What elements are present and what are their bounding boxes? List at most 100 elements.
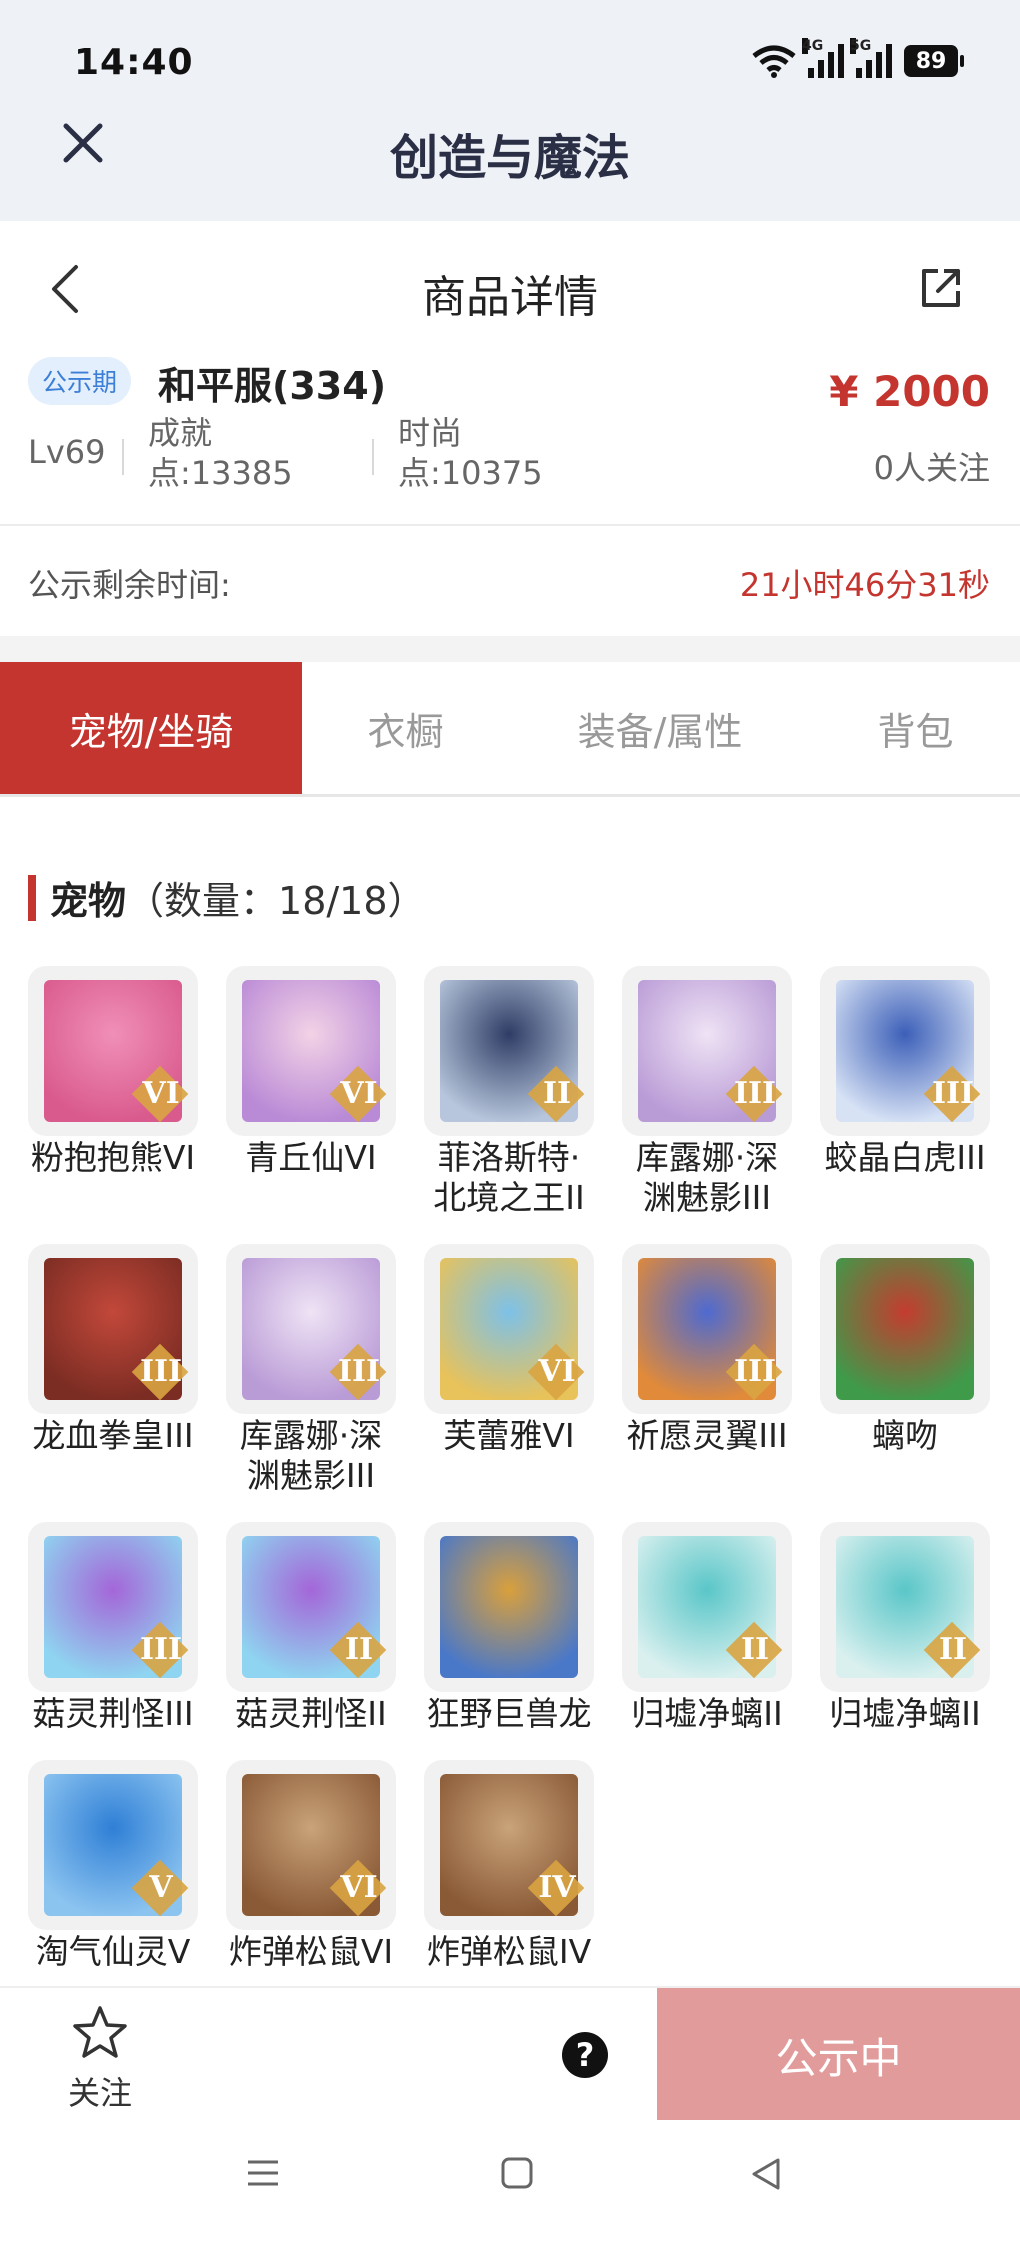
- public-status-button[interactable]: 公示中: [657, 1988, 1020, 2122]
- pets-section-header: 宠物 （数量：18/18）: [28, 870, 426, 925]
- status-badge: 公示期: [28, 357, 132, 405]
- countdown-row: 公示剩余时间: 21小时46分31秒: [0, 526, 1020, 636]
- pet-name: 库露娜·深渊魅影III: [239, 1416, 383, 1495]
- pet-thumbnail: IV: [424, 1760, 594, 1930]
- level: Lv69: [28, 433, 106, 471]
- pet-card[interactable]: 螭吻: [820, 1244, 990, 1456]
- status-time: 14:40: [74, 42, 194, 83]
- pet-name: 菲洛斯特·北境之王II: [433, 1138, 585, 1217]
- pet-name: 粉抱抱熊VI: [30, 1138, 196, 1177]
- pet-name: 炸弹松鼠VI: [228, 1932, 394, 1971]
- pet-name: 蛟晶白虎III: [824, 1138, 986, 1177]
- pet-thumbnail: II: [226, 1522, 396, 1692]
- pet-name: 库露娜·深渊魅影III: [635, 1138, 779, 1217]
- grade-badge: III: [131, 1621, 189, 1679]
- tab-pets-mounts[interactable]: 宠物/坐骑: [0, 662, 302, 794]
- follower-count: 0人关注: [873, 449, 990, 487]
- help-icon[interactable]: ?: [562, 2032, 608, 2078]
- server-name: 和平服(334): [158, 364, 387, 408]
- pet-thumbnail: II: [622, 1522, 792, 1692]
- pet-thumbnail: VI: [424, 1244, 594, 1414]
- pet-name: 螭吻: [872, 1416, 938, 1455]
- tab-backpack[interactable]: 背包: [811, 662, 1020, 794]
- pet-thumbnail: III: [622, 1244, 792, 1414]
- tab-equipment[interactable]: 装备/属性: [509, 662, 811, 794]
- pet-image: [440, 1536, 578, 1678]
- pet-name: 归墟净螭II: [631, 1694, 783, 1733]
- home-icon[interactable]: [500, 2156, 534, 2190]
- grade-badge: III: [725, 1343, 783, 1401]
- page-nav: 商品详情: [0, 221, 1020, 351]
- cell-signal-4g-icon: 4G: [802, 38, 844, 78]
- pet-thumbnail: II: [820, 1522, 990, 1692]
- pet-card[interactable]: VI 芙蕾雅VI: [424, 1244, 594, 1456]
- follow-label: 关注: [67, 2074, 132, 2112]
- pet-card[interactable]: VI 青丘仙VI: [226, 966, 396, 1178]
- price: ¥ 2000: [829, 367, 990, 416]
- app-header: 14:40 4G 5G 89 创造与魔法: [0, 0, 1020, 221]
- pet-name: 青丘仙VI: [245, 1138, 377, 1177]
- pet-card[interactable]: II 归墟净螭II: [622, 1522, 792, 1734]
- grade-badge: II: [923, 1621, 981, 1679]
- pet-thumbnail: III: [622, 966, 792, 1136]
- pet-thumbnail: VI: [226, 1760, 396, 1930]
- pet-card[interactable]: IV 炸弹松鼠IV: [424, 1760, 594, 1972]
- pet-thumbnail: III: [820, 966, 990, 1136]
- app-title: 创造与魔法: [389, 130, 630, 186]
- pet-card[interactable]: VI 炸弹松鼠VI: [226, 1760, 396, 1972]
- wifi-icon: [752, 45, 796, 78]
- grade-badge: VI: [329, 1859, 387, 1917]
- pet-card[interactable]: II 菇灵荆怪II: [226, 1522, 396, 1734]
- fashion-points: 时尚 点:10375: [398, 414, 543, 492]
- pet-card[interactable]: III 龙血拳皇III: [28, 1244, 198, 1456]
- pet-name: 芙蕾雅VI: [443, 1416, 575, 1455]
- achievement-points: 成就 点:13385: [148, 414, 293, 492]
- pet-name: 狂野巨兽龙: [426, 1694, 592, 1733]
- pet-name: 菇灵荆怪II: [235, 1694, 387, 1733]
- page-title: 商品详情: [422, 272, 598, 323]
- pet-card[interactable]: III 库露娜·深渊魅影III: [226, 1244, 396, 1496]
- pet-card[interactable]: III 祈愿灵翼III: [622, 1244, 792, 1456]
- pet-name: 菇灵荆怪III: [32, 1694, 194, 1733]
- pet-name: 祈愿灵翼III: [626, 1416, 788, 1455]
- bottom-action-bar: 关注 ? 公示中: [0, 1986, 1020, 2122]
- pet-thumbnail: [424, 1522, 594, 1692]
- countdown-value: 21小时46分31秒: [739, 566, 990, 604]
- grade-badge: II: [329, 1621, 387, 1679]
- pet-card[interactable]: III 菇灵荆怪III: [28, 1522, 198, 1734]
- pet-card[interactable]: 狂野巨兽龙: [424, 1522, 594, 1734]
- battery-icon: 89: [904, 45, 964, 77]
- pet-thumbnail: VI: [226, 966, 396, 1136]
- section-accent-bar: [28, 874, 36, 921]
- pet-image: [836, 1258, 974, 1400]
- pet-card[interactable]: II 菲洛斯特·北境之王II: [424, 966, 594, 1218]
- grade-badge: III: [329, 1343, 387, 1401]
- pet-card[interactable]: VI 粉抱抱熊VI: [28, 966, 198, 1178]
- status-icons: 4G 5G 89: [752, 38, 964, 78]
- listing-info: 公示期 和平服(334) ¥ 2000 Lv69 成就 点:13385 时尚 点…: [0, 351, 1020, 524]
- grade-badge: IV: [527, 1859, 585, 1917]
- grade-badge: VI: [527, 1343, 585, 1401]
- pet-thumbnail: [820, 1244, 990, 1414]
- grade-badge: III: [131, 1343, 189, 1401]
- tab-wardrobe[interactable]: 衣橱: [302, 662, 509, 794]
- grade-badge: VI: [131, 1065, 189, 1123]
- pet-card[interactable]: III 蛟晶白虎III: [820, 966, 990, 1178]
- share-icon[interactable]: [918, 265, 964, 311]
- grade-badge: II: [527, 1065, 585, 1123]
- grade-badge: V: [131, 1859, 189, 1917]
- cell-signal-5g-icon: 5G: [850, 38, 892, 78]
- pet-card[interactable]: II 归墟净螭II: [820, 1522, 990, 1734]
- star-icon: [73, 2006, 127, 2058]
- system-nav-bar: [0, 2120, 1020, 2246]
- pet-card[interactable]: V 淘气仙灵V: [28, 1760, 198, 1972]
- back-triangle-icon[interactable]: [748, 2156, 784, 2192]
- menu-icon[interactable]: [246, 2156, 280, 2190]
- grade-badge: III: [725, 1065, 783, 1123]
- follow-button[interactable]: 关注: [60, 2004, 140, 2114]
- pet-thumbnail: II: [424, 966, 594, 1136]
- divider: [122, 439, 124, 475]
- pet-card[interactable]: III 库露娜·深渊魅影III: [622, 966, 792, 1218]
- grade-badge: II: [725, 1621, 783, 1679]
- divider: [372, 439, 374, 475]
